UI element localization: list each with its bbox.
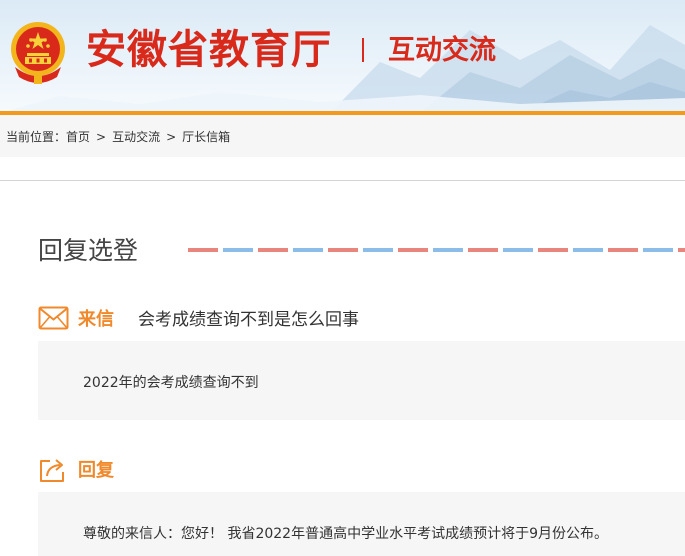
site-header: 安徽省教育厅 互动交流 xyxy=(0,0,685,113)
breadcrumb-interaction-link[interactable]: 互动交流 xyxy=(112,130,160,144)
breadcrumb: 当前位置：首页 > 互动交流 > 厅长信箱 xyxy=(6,128,230,145)
reply-label: 回复 xyxy=(78,460,114,481)
breadcrumb-home-link[interactable]: 首页 xyxy=(66,130,90,144)
breadcrumb-bar: 当前位置：首页 > 互动交流 > 厅长信箱 xyxy=(0,115,685,157)
national-emblem-icon xyxy=(11,22,65,84)
breadcrumb-separator: > xyxy=(96,130,107,144)
letter-label: 来信 xyxy=(78,309,114,330)
title-divider xyxy=(362,38,364,62)
content-divider xyxy=(0,180,685,181)
letter-subject: 会考成绩查询不到是怎么回事 xyxy=(138,310,359,330)
letter-body: 2022年的会考成绩查询不到 xyxy=(83,375,259,391)
section-title: 互动交流 xyxy=(388,35,496,66)
share-reply-icon xyxy=(40,459,64,482)
breadcrumb-prefix: 当前位置： xyxy=(6,130,67,144)
envelope-icon xyxy=(38,306,69,330)
reply-content-box: 尊敬的来信人：您好！ 我省2022年普通高中学业水平考试成绩预计将于9月份公布。 xyxy=(38,492,685,556)
site-title: 安徽省教育厅 xyxy=(86,27,332,73)
breadcrumb-mailbox-link[interactable]: 厅长信箱 xyxy=(182,130,230,144)
breadcrumb-separator: > xyxy=(166,130,177,144)
letter-content-box: 2022年的会考成绩查询不到 xyxy=(38,341,685,420)
envelope-stripe-divider xyxy=(188,248,685,252)
page-title: 回复选登 xyxy=(38,236,139,265)
reply-body: 尊敬的来信人：您好！ 我省2022年普通高中学业水平考试成绩预计将于9月份公布。 xyxy=(83,526,608,542)
